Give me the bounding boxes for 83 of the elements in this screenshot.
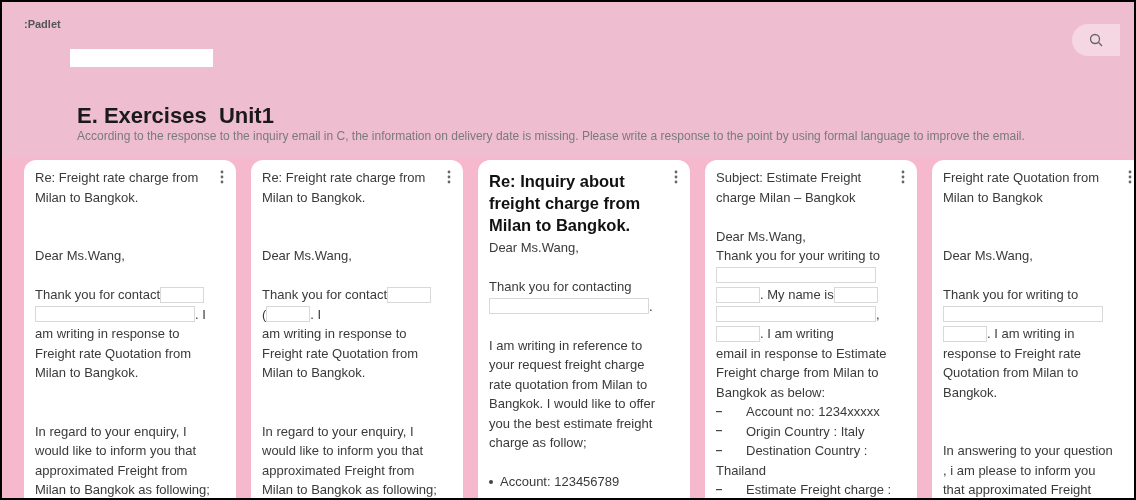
post-text: Thank you for writing to (943, 286, 1079, 304)
post-text: I am writing in reference to (489, 336, 643, 355)
list-item: Account: 123456789 (499, 473, 620, 491)
post-text: Dear Ms.Wang, (35, 247, 125, 265)
post-text: Milan to Bangkok. (262, 364, 366, 382)
post-text: Freight rate Quotation from (943, 169, 1100, 187)
post-text: charge as follow; (489, 434, 587, 452)
dash-icon (716, 430, 722, 433)
post-text: Bangkok. (943, 383, 998, 402)
list-item: Origin Country : Italy (745, 422, 865, 441)
post-text: . I (310, 305, 322, 324)
post-text: response to Freight rate (943, 344, 1082, 363)
blank-box (716, 286, 760, 303)
post-text: approximated Freight from (35, 461, 188, 480)
post-text: ( (262, 305, 267, 324)
blank-box (716, 325, 760, 342)
more-options-icon[interactable] (220, 170, 224, 184)
post-text: In answering to your question (943, 442, 1113, 460)
post-text: am writing in response to (35, 325, 180, 343)
post-text: Bangkok. I would like to offer (489, 395, 655, 413)
search-icon (1089, 33, 1103, 47)
more-options-icon[interactable] (1128, 170, 1132, 184)
post-text: Dear Ms.Wang, (716, 227, 806, 246)
post-text: would like to inform you that (262, 442, 424, 460)
blank-box (266, 306, 311, 323)
dash-icon (716, 410, 722, 413)
post-text: Thailand (716, 461, 766, 480)
dash-icon (716, 449, 722, 452)
post-text: would like to inform you that (35, 442, 197, 460)
post-text: that approximated Freight (943, 481, 1092, 498)
post-text: Quotation from Milan to (943, 364, 1079, 382)
more-options-icon[interactable] (674, 170, 678, 184)
blank-box (943, 325, 987, 342)
post-text: Thank you for contact (35, 286, 160, 304)
board-description: According to the response to the inquiry email in C, the information on delivery date is missing. Please write a response to the point by using formal language to improve the email. (77, 128, 1026, 145)
post-text: Dear Ms.Wang, (943, 247, 1033, 265)
post-text: In regard to your enquiry, I (262, 422, 414, 441)
post-text: . I am writing in (987, 325, 1075, 343)
post-title: Re: Inquiry about freight charge from Milan to Bangkok. (489, 171, 642, 236)
list-item: Estimate Freight charge : (745, 481, 892, 498)
post-text: your request freight charge (489, 356, 645, 374)
logo[interactable]: :Padlet (24, 16, 61, 33)
list-item: Destination Country : (745, 442, 868, 460)
more-options-icon[interactable] (901, 170, 905, 184)
post-text: Freight charge from Milan to (716, 364, 879, 382)
post-text: Re: Freight rate charge from (262, 169, 426, 187)
post-text: Thank you for your writing to (716, 247, 881, 265)
post-text: Re: Freight rate charge from (35, 169, 199, 187)
post-text: Dear Ms.Wang, (489, 239, 579, 257)
post-text: Subject: Estimate Freight (716, 169, 862, 187)
post-text: Milan to Bangkok. (262, 188, 366, 207)
more-options-icon[interactable] (447, 170, 451, 184)
post-text: . (649, 297, 653, 316)
post-text: , i am please to inform you (943, 461, 1096, 480)
post-text: Milan to Bangkok. (35, 188, 139, 207)
blank-box (160, 286, 204, 303)
post-text: email in response to Estimate (716, 344, 887, 363)
post-text: , (876, 305, 880, 324)
post-text: Freight rate Quotation from (35, 344, 192, 363)
post-text: Dear Ms.Wang, (262, 247, 352, 265)
post-text: approximated Freight from (262, 461, 415, 480)
post-text: Thank you for contacting (489, 278, 632, 296)
post-text: Milan to Bangkok as following; (35, 481, 210, 498)
post-text: . I (195, 305, 206, 324)
post-text: In regard to your enquiry, I (35, 422, 187, 441)
blank-box (387, 286, 431, 303)
post-text: am writing in response to (262, 325, 407, 343)
post-text: . My name is (760, 286, 834, 304)
post-text: Bangkok as below: (716, 383, 826, 402)
post-text: Milan to Bangkok as following; (262, 481, 437, 498)
post-text: Milan to Bangkok. (35, 364, 139, 382)
post-text: you the best estimate freight (489, 414, 653, 433)
bullet-icon (489, 479, 493, 484)
blank-box (833, 286, 878, 303)
list-item: Account no: 1234xxxxx (745, 403, 880, 421)
board-title: E. Exercises Unit1 (77, 102, 274, 130)
post-text: charge Milan – Bangkok (716, 188, 856, 207)
post-text: rate quotation from Milan to (489, 375, 648, 394)
dash-icon (716, 488, 722, 491)
post-text: Freight rate Quotation from (262, 344, 419, 363)
post-text: . I am writing (760, 325, 834, 343)
post-text: Milan to Bangkok (943, 188, 1043, 207)
post-text: Thank you for contact (262, 286, 387, 304)
